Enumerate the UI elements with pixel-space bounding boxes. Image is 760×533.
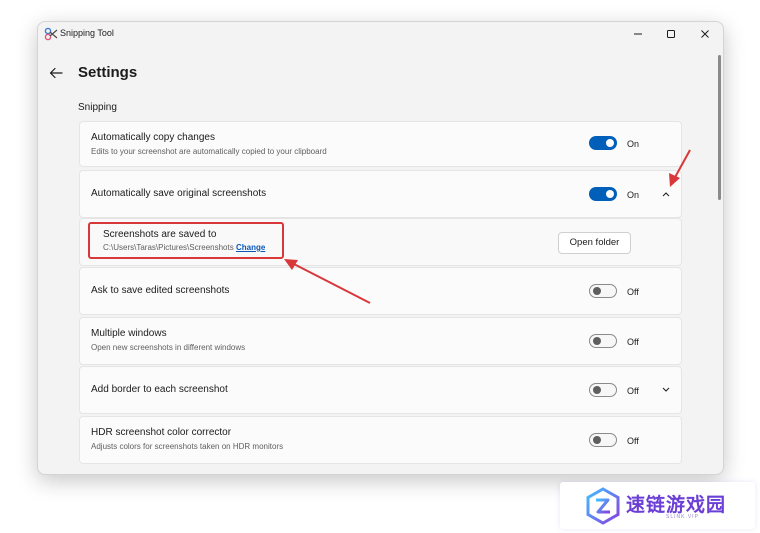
watermark-logo-icon [586, 487, 620, 525]
annotation-arrow-icon [284, 259, 371, 304]
watermark: 速链游戏园 SLINK.VIP [560, 482, 755, 529]
annotation-arrow-icon [669, 149, 691, 187]
watermark-text: 速链游戏园 [626, 495, 727, 516]
annotation-arrows [284, 149, 691, 304]
watermark-subtext: SLINK.VIP [666, 514, 699, 520]
